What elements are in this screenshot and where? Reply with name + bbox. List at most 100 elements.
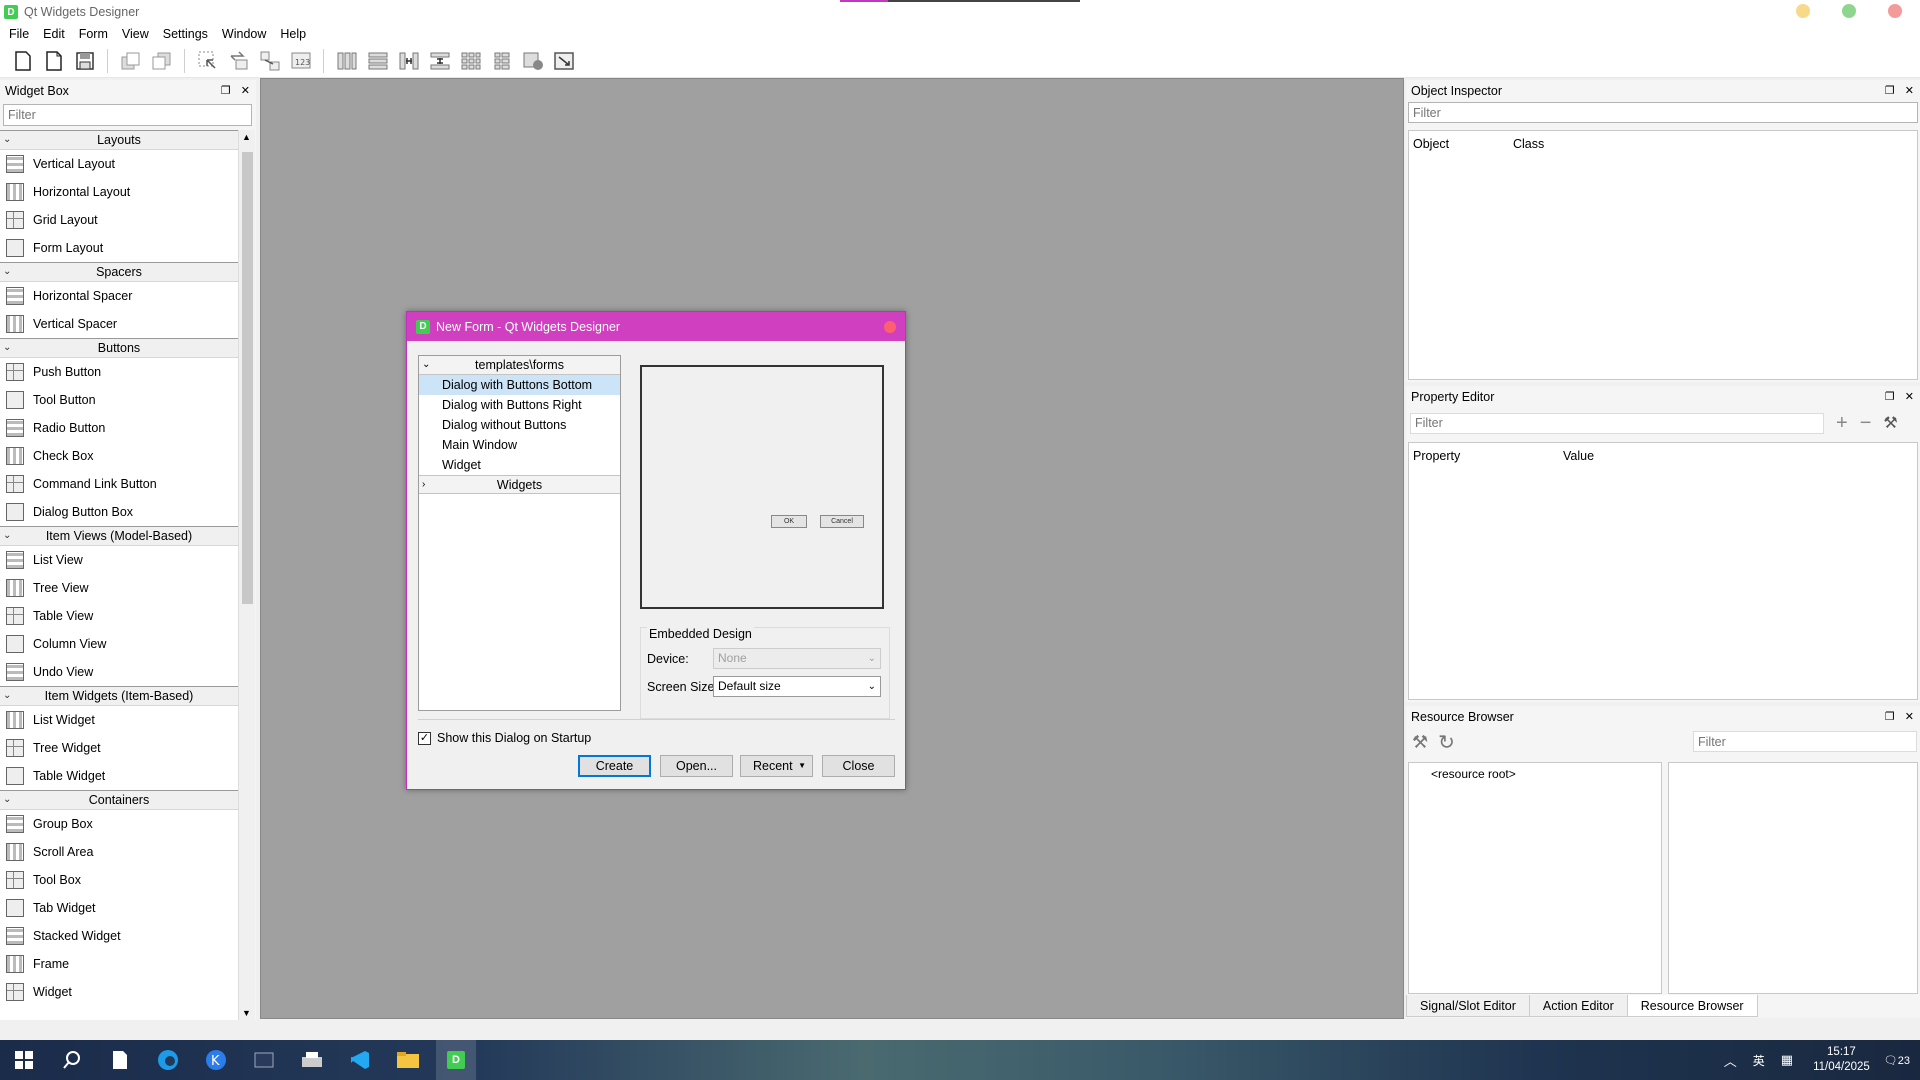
template-item[interactable]: Dialog with Buttons Bottom: [419, 375, 620, 395]
widget-item-group-box[interactable]: Group Box: [0, 810, 238, 838]
close-window-button[interactable]: [1888, 4, 1902, 18]
widget-box-scrollbar[interactable]: ▲ ▼: [238, 130, 255, 1020]
widget-item-table-widget[interactable]: Table Widget: [0, 762, 238, 790]
create-button[interactable]: Create: [578, 755, 651, 777]
widget-item-vertical-spacer[interactable]: Vertical Spacer: [0, 310, 238, 338]
widget-item-dialog-button-box[interactable]: Dialog Button Box: [0, 498, 238, 526]
widget-item-stacked-widget[interactable]: Stacked Widget: [0, 922, 238, 950]
notepad-icon[interactable]: [100, 1040, 140, 1080]
widget-item-tree-view[interactable]: Tree View: [0, 574, 238, 602]
close-dock-icon[interactable]: ✕: [1905, 710, 1914, 723]
template-group-forms[interactable]: ⌄ templates\forms: [419, 356, 620, 375]
resource-filter-input[interactable]: [1693, 731, 1917, 752]
widget-box-filter-input[interactable]: [3, 104, 252, 126]
edit-widgets-icon[interactable]: [195, 48, 220, 73]
widget-item-frame[interactable]: Frame: [0, 950, 238, 978]
widget-item-grid-layout[interactable]: Grid Layout: [0, 206, 238, 234]
menu-edit[interactable]: Edit: [36, 27, 72, 41]
input-method-grid-icon[interactable]: ▦: [1781, 1052, 1793, 1068]
open-button[interactable]: Open...: [660, 755, 733, 777]
object-inspector-filter-input[interactable]: [1408, 102, 1918, 123]
remove-property-icon[interactable]: −: [1860, 412, 1872, 435]
menu-file[interactable]: File: [2, 27, 36, 41]
column-object[interactable]: Object: [1409, 137, 1509, 151]
qt-designer-taskbar-icon[interactable]: D: [436, 1040, 476, 1080]
notification-center-icon[interactable]: 🗨23: [1884, 1054, 1910, 1067]
ime-indicator[interactable]: 英: [1753, 1052, 1765, 1069]
printer-app-icon[interactable]: [292, 1040, 332, 1080]
widget-item-list-widget[interactable]: List Widget: [0, 706, 238, 734]
edit-resources-icon[interactable]: ⚒: [1412, 732, 1428, 753]
show-on-startup-checkbox[interactable]: ✓: [418, 731, 431, 745]
widget-item-widget[interactable]: Widget: [0, 978, 238, 1006]
widget-item-horizontal-spacer[interactable]: Horizontal Spacer: [0, 282, 238, 310]
edge-browser-icon[interactable]: [148, 1040, 188, 1080]
terminal-app-icon[interactable]: [244, 1040, 284, 1080]
template-item[interactable]: Main Window: [419, 435, 620, 455]
tab-signal-slot-editor[interactable]: Signal/Slot Editor: [1406, 995, 1530, 1017]
layout-vertical-icon[interactable]: [365, 48, 390, 73]
category-layouts[interactable]: ⌄ Layouts: [0, 130, 238, 150]
start-windows-icon[interactable]: [4, 1040, 44, 1080]
widget-item-command-link-button[interactable]: Command Link Button: [0, 470, 238, 498]
category-spacers[interactable]: ⌄ Spacers: [0, 262, 238, 282]
column-class[interactable]: Class: [1509, 137, 1544, 151]
layout-form-icon[interactable]: [489, 48, 514, 73]
menu-settings[interactable]: Settings: [156, 27, 215, 41]
widget-item-horizontal-layout[interactable]: Horizontal Layout: [0, 178, 238, 206]
recent-button[interactable]: Recent ▼: [740, 755, 813, 777]
layout-horizontal-icon[interactable]: [334, 48, 359, 73]
widget-item-push-button[interactable]: Push Button: [0, 358, 238, 386]
widget-item-tab-widget[interactable]: Tab Widget: [0, 894, 238, 922]
add-property-icon[interactable]: +: [1836, 412, 1848, 435]
widget-item-table-view[interactable]: Table View: [0, 602, 238, 630]
widget-item-undo-view[interactable]: Undo View: [0, 658, 238, 686]
send-to-back-icon[interactable]: [149, 48, 174, 73]
adjust-size-icon[interactable]: [551, 48, 576, 73]
widget-item-list-view[interactable]: List View: [0, 546, 238, 574]
category-containers[interactable]: ⌄ Containers: [0, 790, 238, 810]
break-layout-icon[interactable]: [520, 48, 545, 73]
dialog-close-icon[interactable]: [884, 321, 896, 333]
close-dock-icon[interactable]: ✕: [241, 84, 250, 97]
column-value[interactable]: Value: [1559, 449, 1594, 463]
search-icon[interactable]: [52, 1040, 92, 1080]
minimize-button[interactable]: [1796, 4, 1810, 18]
edit-signals-icon[interactable]: [226, 48, 251, 73]
bring-to-front-icon[interactable]: [118, 48, 143, 73]
reload-icon[interactable]: ↻: [1438, 730, 1455, 755]
template-item[interactable]: Dialog with Buttons Right: [419, 395, 620, 415]
tab-action-editor[interactable]: Action Editor: [1528, 995, 1628, 1017]
new-form-icon[interactable]: [10, 48, 35, 73]
close-dock-icon[interactable]: ✕: [1905, 84, 1914, 97]
template-item[interactable]: Dialog without Buttons: [419, 415, 620, 435]
save-form-icon[interactable]: [72, 48, 97, 73]
float-dock-icon[interactable]: ❐: [221, 84, 231, 97]
float-dock-icon[interactable]: ❐: [1885, 84, 1895, 97]
layout-grid-icon[interactable]: [458, 48, 483, 73]
device-combo[interactable]: None ⌄: [713, 648, 881, 669]
widget-item-vertical-layout[interactable]: Vertical Layout: [0, 150, 238, 178]
taskbar-clock[interactable]: 15:17 11/04/2025: [1813, 1045, 1870, 1075]
float-dock-icon[interactable]: ❐: [1885, 390, 1895, 403]
scroll-down-icon[interactable]: ▼: [242, 1008, 251, 1018]
float-dock-icon[interactable]: ❐: [1885, 710, 1895, 723]
show-hidden-icons-icon[interactable]: ︿: [1724, 1051, 1737, 1070]
configure-wrench-icon[interactable]: ⚒: [1883, 413, 1897, 433]
menu-help[interactable]: Help: [273, 27, 313, 41]
template-group-widgets[interactable]: › Widgets: [419, 475, 620, 494]
widget-item-radio-button[interactable]: Radio Button: [0, 414, 238, 442]
menu-window[interactable]: Window: [215, 27, 273, 41]
category-item-views-model-based[interactable]: ⌄ Item Views (Model-Based): [0, 526, 238, 546]
widget-item-tool-button[interactable]: Tool Button: [0, 386, 238, 414]
property-editor-filter-input[interactable]: [1410, 412, 1824, 434]
screen-size-combo[interactable]: Default size ⌄: [713, 676, 881, 697]
widget-item-tree-widget[interactable]: Tree Widget: [0, 734, 238, 762]
scrollbar-thumb[interactable]: [242, 152, 253, 604]
edit-buddies-icon[interactable]: [257, 48, 282, 73]
tab-resource-browser[interactable]: Resource Browser: [1626, 995, 1758, 1017]
layout-v-splitter-icon[interactable]: [427, 48, 452, 73]
widget-item-check-box[interactable]: Check Box: [0, 442, 238, 470]
maximize-button[interactable]: [1842, 4, 1856, 18]
menu-form[interactable]: Form: [72, 27, 115, 41]
